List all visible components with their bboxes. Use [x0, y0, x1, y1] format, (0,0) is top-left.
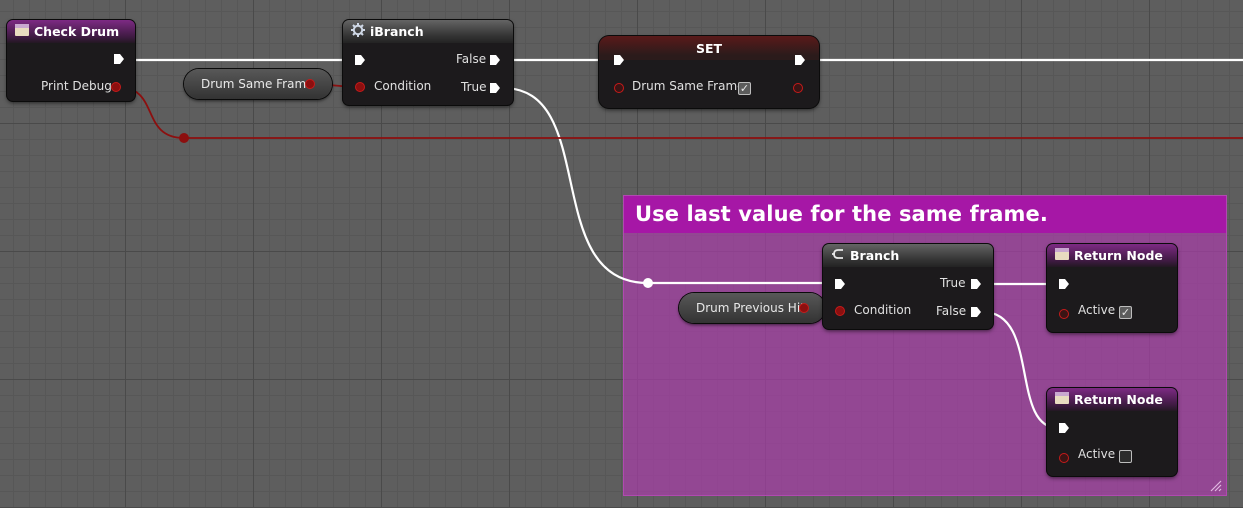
set-value-checkbox[interactable]: ✓: [738, 82, 751, 95]
return-node-true[interactable]: Return Node Active ✓: [1047, 244, 1177, 332]
reroute-node-bool: [179, 133, 189, 143]
condition-pin[interactable]: [835, 306, 845, 316]
function-entry-icon: [1055, 248, 1069, 263]
active-pin[interactable]: [1059, 309, 1069, 319]
ibranch-node[interactable]: iBranch False Condition True: [343, 20, 513, 105]
active-checkbox[interactable]: ✓: [1119, 306, 1132, 319]
return-node-header[interactable]: Return Node: [1047, 388, 1177, 411]
exec-false-pin[interactable]: [489, 54, 501, 66]
exec-in-pin[interactable]: [1058, 422, 1070, 434]
false-label: False: [456, 52, 487, 66]
exec-true-pin[interactable]: [970, 278, 982, 290]
node-title: Return Node: [1074, 392, 1163, 407]
exec-in-pin[interactable]: [613, 54, 625, 66]
drum-same-frame-getter[interactable]: Drum Same Frame: [184, 69, 332, 99]
exec-out-pin[interactable]: [113, 53, 125, 65]
branch-node[interactable]: Branch True Condition False: [823, 244, 993, 329]
node-title: iBranch: [370, 24, 424, 39]
condition-label: Condition: [854, 303, 912, 317]
exec-true-pin[interactable]: [489, 82, 501, 94]
exec-false-pin[interactable]: [970, 306, 982, 318]
active-label: Active: [1078, 303, 1116, 317]
active-pin[interactable]: [1059, 453, 1069, 463]
value-in-pin[interactable]: [614, 83, 624, 93]
value-out-pin[interactable]: [793, 83, 803, 93]
node-title: Check Drum: [34, 24, 120, 39]
check-drum-header[interactable]: Check Drum: [7, 20, 135, 43]
branch-header[interactable]: Branch: [823, 244, 993, 267]
print-debug-label: Print Debug: [41, 79, 112, 93]
active-checkbox[interactable]: [1119, 450, 1132, 463]
set-node[interactable]: SET Drum Same Frame ✓: [599, 36, 819, 108]
exec-out-pin[interactable]: [794, 54, 806, 66]
return-node-header[interactable]: Return Node: [1047, 244, 1177, 267]
exec-in-pin[interactable]: [834, 278, 846, 290]
function-entry-icon: [15, 24, 29, 39]
comment-title[interactable]: Use last value for the same frame.: [624, 196, 1226, 233]
branch-icon: [831, 247, 845, 264]
set-header[interactable]: SET: [599, 36, 819, 60]
exec-in-pin[interactable]: [1058, 278, 1070, 290]
active-label: Active: [1078, 447, 1116, 461]
variable-out-pin[interactable]: [799, 303, 809, 313]
condition-label: Condition: [374, 79, 432, 93]
set-var-label: Drum Same Frame: [632, 79, 745, 93]
variable-label: Drum Previous Hit: [696, 301, 805, 315]
gear-icon: [351, 23, 365, 40]
print-debug-pin[interactable]: [111, 82, 121, 92]
true-label: True: [461, 80, 487, 94]
node-title: SET: [695, 40, 723, 56]
condition-pin[interactable]: [355, 82, 365, 92]
function-entry-icon: [1055, 392, 1069, 407]
check-drum-node[interactable]: Check Drum Print Debug: [7, 20, 135, 101]
exec-in-pin[interactable]: [354, 54, 366, 66]
ibranch-header[interactable]: iBranch: [343, 20, 513, 43]
resize-grip-icon[interactable]: [1210, 480, 1222, 492]
node-title: Branch: [850, 248, 900, 263]
variable-out-pin[interactable]: [305, 79, 315, 89]
drum-previous-hit-getter[interactable]: Drum Previous Hit: [679, 293, 825, 323]
node-title: Return Node: [1074, 248, 1163, 263]
true-label: True: [940, 276, 966, 290]
variable-label: Drum Same Frame: [201, 77, 314, 91]
return-node-false[interactable]: Return Node Active: [1047, 388, 1177, 476]
false-label: False: [936, 304, 967, 318]
